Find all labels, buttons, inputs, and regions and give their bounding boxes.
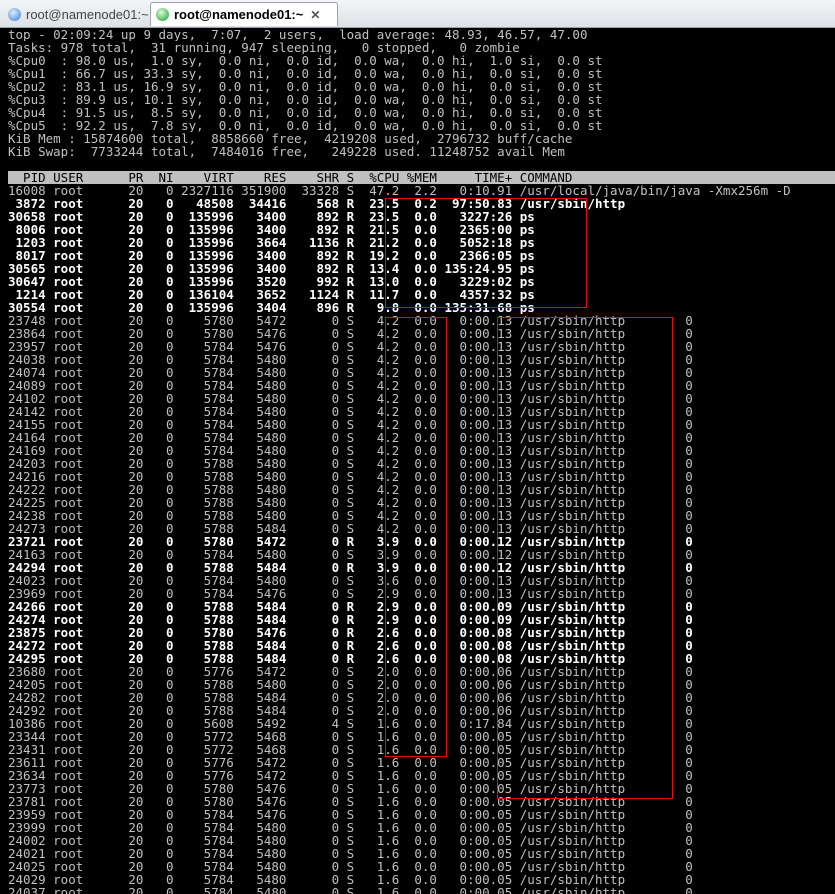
process-row: 3872 root 20 0 48508 34416 568 R 23.5 0.… [8, 197, 626, 210]
cpu-line: %Cpu2 : 83.1 us, 16.9 sy, 0.0 ni, 0.0 id… [8, 80, 603, 93]
process-row: 24102 root 20 0 5784 5480 0 S 4.2 0.0 0:… [8, 392, 693, 405]
process-row: 23999 root 20 0 5784 5480 0 S 1.6 0.0 0:… [8, 821, 693, 834]
process-row: 30647 root 20 0 135996 3520 992 R 13.0 0… [8, 275, 535, 288]
swap-line: KiB Swap: 7733244 total, 7484016 free, 2… [8, 145, 565, 158]
process-list: 16008 root 20 0 2327116 351900 33328 S 4… [8, 184, 835, 894]
process-row: 8006 root 20 0 135996 3400 892 R 21.5 0.… [8, 223, 535, 236]
process-row: 30554 root 20 0 135996 3404 896 R 9.8 0.… [8, 301, 535, 314]
process-row: 23721 root 20 0 5780 5472 0 R 3.9 0.0 0:… [8, 535, 693, 548]
process-row: 10386 root 20 0 5608 5492 4 S 1.6 0.0 0:… [8, 717, 693, 730]
process-row: 24225 root 20 0 5788 5480 0 S 4.2 0.0 0:… [8, 496, 693, 509]
process-row: 16008 root 20 0 2327116 351900 33328 S 4… [8, 184, 791, 197]
process-row: 24282 root 20 0 5788 5484 0 S 2.0 0.0 0:… [8, 691, 693, 704]
cpu-line: %Cpu1 : 66.7 us, 33.3 sy, 0.0 ni, 0.0 id… [8, 67, 603, 80]
process-row: 24294 root 20 0 5788 5484 0 R 3.9 0.0 0:… [8, 561, 693, 574]
process-row: 30565 root 20 0 135996 3400 892 R 13.4 0… [8, 262, 535, 275]
tasks-line: Tasks: 978 total, 31 running, 947 sleepi… [8, 41, 520, 54]
process-row: 24274 root 20 0 5788 5484 0 R 2.9 0.0 0:… [8, 613, 693, 626]
process-row: 24021 root 20 0 5784 5480 0 S 1.6 0.0 0:… [8, 847, 693, 860]
process-row: 24029 root 20 0 5784 5480 0 S 1.6 0.0 0:… [8, 873, 693, 886]
process-row: 24169 root 20 0 5784 5480 0 S 4.2 0.0 0:… [8, 444, 693, 457]
tab-session-1[interactable]: root@namenode01:~ [4, 2, 154, 26]
process-row: 23875 root 20 0 5780 5476 0 R 2.6 0.0 0:… [8, 626, 693, 639]
process-table-header: PID USER PR NI VIRT RES SHR S %CPU %MEM … [8, 171, 835, 184]
process-row: 24089 root 20 0 5784 5480 0 S 4.2 0.0 0:… [8, 379, 693, 392]
process-row: 24238 root 20 0 5788 5480 0 S 4.2 0.0 0:… [8, 509, 693, 522]
process-row: 8017 root 20 0 135996 3400 892 R 19.2 0.… [8, 249, 535, 262]
process-row: 24273 root 20 0 5788 5484 0 S 4.2 0.0 0:… [8, 522, 693, 535]
mem-line: KiB Mem : 15874600 total, 8858660 free, … [8, 132, 573, 145]
process-row: 23680 root 20 0 5776 5472 0 S 2.0 0.0 0:… [8, 665, 693, 678]
process-row: 24216 root 20 0 5788 5480 0 S 4.2 0.0 0:… [8, 470, 693, 483]
process-row: 24037 root 20 0 5784 5480 0 S 1.6 0.0 0:… [8, 886, 693, 894]
terminal-icon [156, 8, 169, 21]
process-row: 23969 root 20 0 5784 5476 0 S 2.9 0.0 0:… [8, 587, 693, 600]
process-row: 23773 root 20 0 5780 5476 0 S 1.6 0.0 0:… [8, 782, 693, 795]
process-row: 30658 root 20 0 135996 3400 892 R 23.5 0… [8, 210, 535, 223]
top-output: top - 02:09:24 up 9 days, 7:07, 2 users,… [0, 28, 835, 894]
process-row: 23634 root 20 0 5776 5472 0 S 1.6 0.0 0:… [8, 769, 693, 782]
process-row: 24205 root 20 0 5788 5480 0 S 2.0 0.0 0:… [8, 678, 693, 691]
process-row: 24142 root 20 0 5784 5480 0 S 4.2 0.0 0:… [8, 405, 693, 418]
top-uptime-line: top - 02:09:24 up 9 days, 7:07, 2 users,… [8, 28, 588, 41]
process-row: 24023 root 20 0 5784 5480 0 S 3.6 0.0 0:… [8, 574, 693, 587]
process-row: 24292 root 20 0 5788 5484 0 S 2.0 0.0 0:… [8, 704, 693, 717]
cpu-line: %Cpu4 : 91.5 us, 8.5 sy, 0.0 ni, 0.0 id,… [8, 106, 603, 119]
process-row: 23959 root 20 0 5784 5476 0 S 1.6 0.0 0:… [8, 808, 693, 821]
process-row: 24038 root 20 0 5784 5480 0 S 4.2 0.0 0:… [8, 353, 693, 366]
process-row: 24074 root 20 0 5784 5480 0 S 4.2 0.0 0:… [8, 366, 693, 379]
process-row: 23611 root 20 0 5776 5472 0 S 1.6 0.0 0:… [8, 756, 693, 769]
process-row: 23431 root 20 0 5772 5468 0 S 1.6 0.0 0:… [8, 743, 693, 756]
terminal-screen[interactable]: top - 02:09:24 up 9 days, 7:07, 2 users,… [0, 28, 835, 894]
tab-label: root@namenode01:~ [174, 7, 304, 22]
cpu-line: %Cpu5 : 92.2 us, 7.8 sy, 0.0 ni, 0.0 id,… [8, 119, 603, 132]
process-row: 24295 root 20 0 5788 5484 0 R 2.6 0.0 0:… [8, 652, 693, 665]
close-icon[interactable]: ✕ [310, 8, 320, 22]
process-row: 24164 root 20 0 5784 5480 0 S 4.2 0.0 0:… [8, 431, 693, 444]
process-row: 24222 root 20 0 5788 5480 0 S 4.2 0.0 0:… [8, 483, 693, 496]
process-row: 24002 root 20 0 5784 5480 0 S 1.6 0.0 0:… [8, 834, 693, 847]
process-row: 23781 root 20 0 5780 5476 0 S 1.6 0.0 0:… [8, 795, 693, 808]
process-row: 24266 root 20 0 5788 5484 0 R 2.9 0.0 0:… [8, 600, 693, 613]
cpu-line: %Cpu3 : 89.9 us, 10.1 sy, 0.0 ni, 0.0 id… [8, 93, 603, 106]
process-row: 23344 root 20 0 5772 5468 0 S 1.6 0.0 0:… [8, 730, 693, 743]
process-row: 23864 root 20 0 5780 5476 0 S 4.2 0.0 0:… [8, 327, 693, 340]
process-row: 24155 root 20 0 5784 5480 0 S 4.2 0.0 0:… [8, 418, 693, 431]
process-row: 23748 root 20 0 5780 5472 0 S 4.2 0.0 0:… [8, 314, 693, 327]
process-row: 1203 root 20 0 135996 3664 1136 R 21.2 0… [8, 236, 535, 249]
terminal-icon [8, 7, 21, 21]
tab-label: root@namenode01:~ [26, 6, 149, 22]
tab-bar: root@namenode01:~ root@namenode01:~ ✕ [0, 0, 835, 28]
process-row: 24025 root 20 0 5784 5480 0 S 1.6 0.0 0:… [8, 860, 693, 873]
process-row: 24272 root 20 0 5788 5484 0 R 2.6 0.0 0:… [8, 639, 693, 652]
process-row: 23957 root 20 0 5784 5476 0 S 4.2 0.0 0:… [8, 340, 693, 353]
process-row: 24163 root 20 0 5784 5480 0 S 3.9 0.0 0:… [8, 548, 693, 561]
process-row: 1214 root 20 0 136104 3652 1124 R 11.7 0… [8, 288, 535, 301]
cpu-line: %Cpu0 : 98.0 us, 1.0 sy, 0.0 ni, 0.0 id,… [8, 54, 603, 67]
tab-session-2-active[interactable]: root@namenode01:~ ✕ [150, 2, 338, 26]
process-row: 24203 root 20 0 5788 5480 0 S 4.2 0.0 0:… [8, 457, 693, 470]
